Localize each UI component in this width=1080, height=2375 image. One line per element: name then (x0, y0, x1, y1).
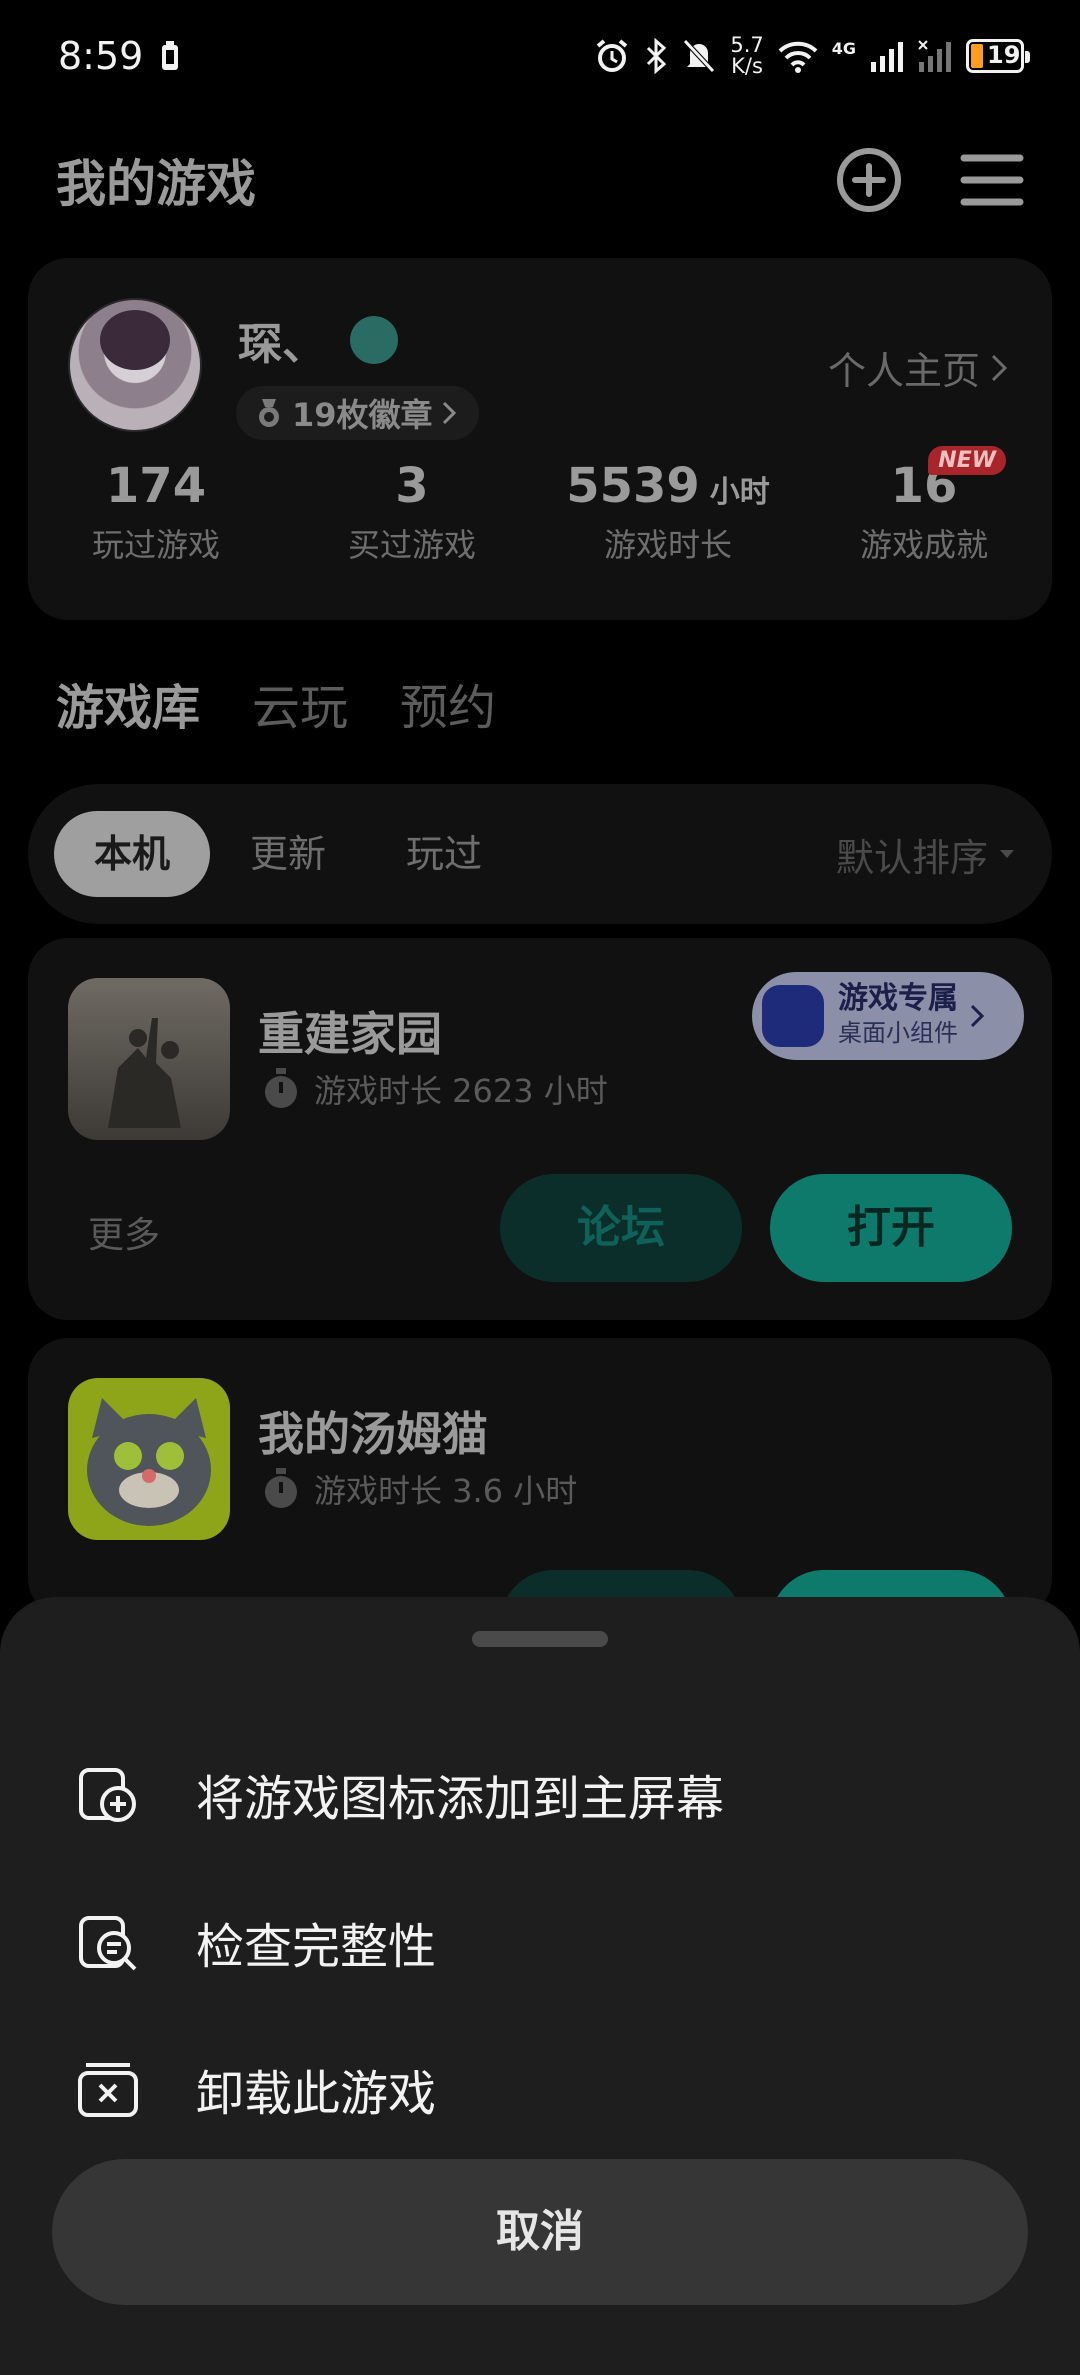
forum-button[interactable]: 论坛 (500, 1174, 742, 1282)
drag-handle[interactable] (472, 1631, 608, 1647)
stat-playtime[interactable]: 5539 小时 游戏时长 (540, 458, 796, 566)
game-card[interactable]: 重建家园 游戏时长 2623 小时 游戏专属 桌面小组件 更多 论坛 打开 (28, 938, 1052, 1320)
tab-cloud[interactable]: 云玩 (252, 668, 348, 738)
medal-icon (259, 399, 279, 427)
action-sheet: 将游戏图标添加到主屏幕 检查完整性 卸载此游戏 取消 (0, 1597, 1080, 2375)
sort-dropdown[interactable]: 默认排序 (836, 827, 1026, 882)
tab-library[interactable]: 游戏库 (51, 668, 221, 740)
gamepad-icon (762, 985, 824, 1047)
library-tabs: 游戏库 云玩 预约 (51, 668, 496, 740)
profile-card: 琛、 19枚徽章 个人主页 174 玩过游戏 3 买过游戏 5539 小时 游戏时… (28, 258, 1052, 620)
level-badge-icon (350, 316, 398, 364)
desktop-widget-button[interactable]: 游戏专属 桌面小组件 (752, 972, 1024, 1060)
clock: 8:59 (58, 34, 144, 78)
cancel-button[interactable]: 取消 (52, 2159, 1028, 2305)
chevron-right-icon (970, 1004, 984, 1028)
mute-icon (683, 39, 716, 73)
stopwatch-icon (265, 1468, 297, 1508)
check-integrity-option[interactable]: 检查完整性 (76, 1902, 436, 1982)
add-to-home-icon (79, 1768, 136, 1822)
new-badge: NEW (928, 446, 1006, 475)
more-link[interactable]: 更多 (88, 1206, 160, 1258)
chevron-right-icon (991, 354, 1008, 381)
filter-bar: 本机 更新 玩过 默认排序 (28, 784, 1052, 924)
game-name: 我的汤姆猫 (258, 1407, 488, 1461)
battery-icon: 19 (966, 39, 1030, 73)
network-type: 4G (831, 38, 856, 58)
stat-played[interactable]: 174 玩过游戏 (28, 458, 284, 566)
stopwatch-icon (265, 1068, 297, 1108)
page-title: 我的游戏 (56, 155, 256, 213)
bluetooth-icon (647, 38, 667, 74)
filter-played[interactable]: 玩过 (366, 811, 522, 897)
game-icon (68, 1378, 230, 1540)
status-bar: 8:59 5.7 K/s 4G 19 (0, 0, 1080, 112)
menu-icon[interactable] (960, 152, 1024, 208)
badges-chip[interactable]: 19枚徽章 (236, 386, 479, 440)
game-card[interactable]: 我的汤姆猫 游戏时长 3.6 小时 (28, 1338, 1052, 1630)
signal-no-service-icon (918, 40, 951, 72)
wifi-icon (778, 41, 818, 73)
avatar[interactable] (68, 298, 202, 432)
app-header: 我的游戏 (56, 140, 1024, 220)
profile-stats: 174 玩过游戏 3 买过游戏 5539 小时 游戏时长 16 NEW 游戏成就 (28, 446, 1052, 566)
caret-down-icon (1000, 850, 1014, 858)
stat-achievements[interactable]: 16 NEW 游戏成就 (796, 446, 1052, 566)
signal-icon (871, 42, 903, 72)
filter-local[interactable]: 本机 (54, 811, 211, 897)
battery-level: 19 (987, 41, 1021, 69)
uninstall-icon (78, 2063, 138, 2117)
battery-saver-icon (162, 41, 179, 70)
add-to-home-option[interactable]: 将游戏图标添加到主屏幕 (76, 1754, 724, 1834)
filter-updates[interactable]: 更新 (210, 811, 366, 897)
chevron-right-icon (442, 401, 456, 425)
open-button[interactable]: 打开 (770, 1174, 1012, 1282)
tab-reserve[interactable]: 预约 (400, 668, 496, 738)
alarm-icon (597, 39, 628, 72)
homepage-link[interactable]: 个人主页 (828, 340, 1008, 395)
uninstall-option[interactable]: 卸载此游戏 (76, 2049, 436, 2129)
add-circle-icon[interactable] (836, 147, 902, 213)
game-name: 重建家园 (258, 1007, 442, 1061)
username: 琛、 (238, 308, 398, 372)
game-icon (68, 978, 230, 1140)
net-speed: 5.7 K/s (730, 33, 764, 78)
check-integrity-icon (79, 1916, 137, 1971)
stat-bought[interactable]: 3 买过游戏 (284, 458, 540, 566)
game-playtime: 游戏时长 3.6 小时 (262, 1466, 577, 1512)
game-playtime: 游戏时长 2623 小时 (262, 1066, 608, 1112)
